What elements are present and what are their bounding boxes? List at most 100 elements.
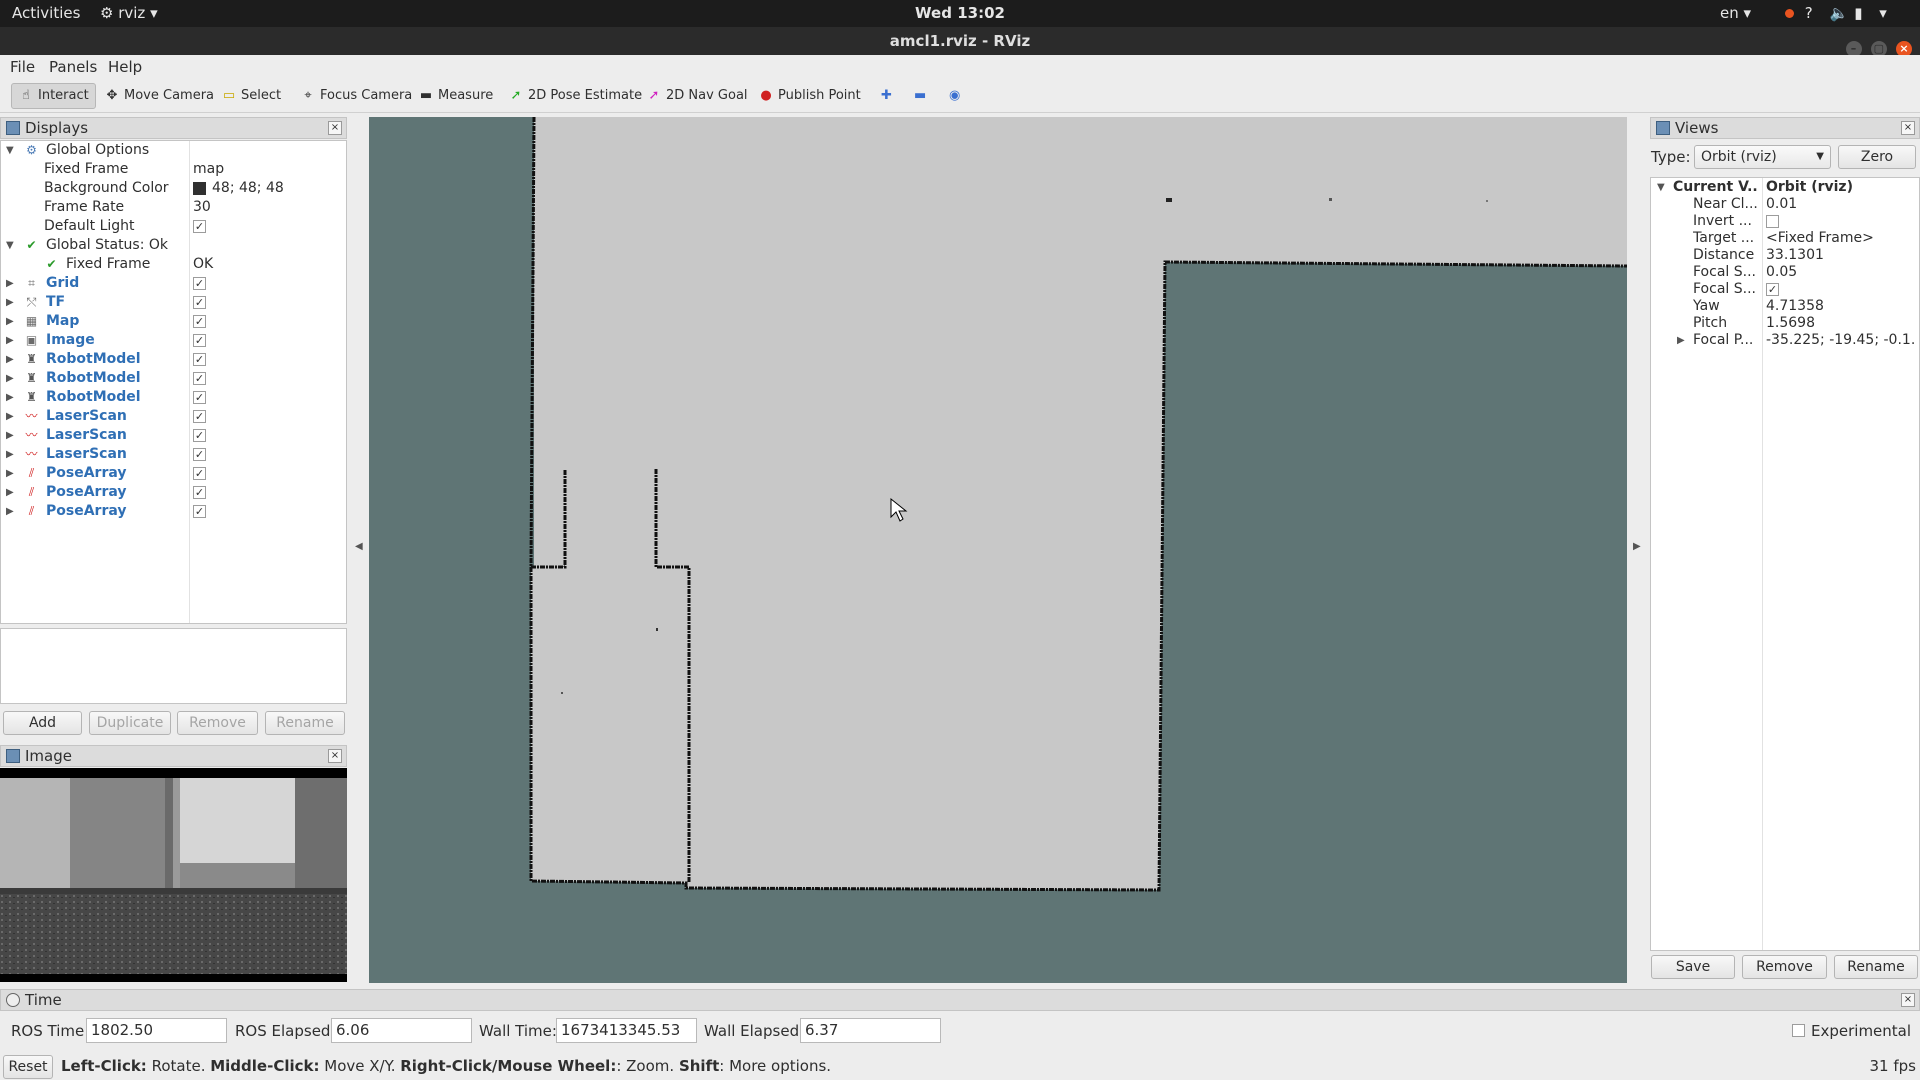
view-prop-pitch[interactable]: Pitch 1.5698 (1651, 315, 1919, 332)
display-item-posearray[interactable]: ▶ ⫽ PoseArray ✓ (1, 464, 346, 483)
tool-measure[interactable]: ▬ Measure (412, 83, 499, 109)
duplicate-display-button[interactable]: Duplicate (89, 711, 171, 735)
language-indicator[interactable]: en ▾ (1720, 4, 1751, 22)
left-dock-splitter[interactable]: ◀ (349, 117, 369, 983)
enabled-checkbox[interactable]: ✓ (193, 483, 206, 502)
tree-row-frame-rate[interactable]: Frame Rate 30 (1, 198, 346, 217)
wall-elapsed-field[interactable]: 6.37 (800, 1018, 941, 1043)
tree-row-global-options[interactable]: ▼ ⚙ Global Options (1, 141, 346, 160)
right-dock-splitter[interactable]: ▶ (1627, 117, 1649, 983)
focal-shape-checkbox[interactable]: ✓ (1766, 281, 1916, 298)
close-icon[interactable]: × (1901, 993, 1915, 1007)
display-item-posearray[interactable]: ▶ ⫽ PoseArray ✓ (1, 483, 346, 502)
tree-row-fixed-frame[interactable]: Fixed Frame map (1, 160, 346, 179)
background-color-value[interactable]: 48; 48; 48 (193, 179, 284, 198)
collapse-arrow-icon[interactable]: ▶ (6, 464, 16, 483)
clock[interactable]: Wed 13:02 (0, 4, 1920, 22)
save-view-button[interactable]: Save (1651, 955, 1735, 979)
collapse-arrow-icon[interactable]: ▶ (6, 312, 16, 331)
frame-rate-value[interactable]: 30 (193, 198, 211, 217)
enabled-checkbox[interactable]: ✓ (193, 312, 206, 331)
collapse-left-icon[interactable]: ◀ (355, 541, 363, 552)
rename-display-button[interactable]: Rename (265, 711, 345, 735)
enabled-checkbox[interactable]: ✓ (193, 331, 206, 350)
tree-row-background-color[interactable]: Background Color 48; 48; 48 (1, 179, 346, 198)
view-prop-near-clip[interactable]: Near Cl... 0.01 (1651, 196, 1919, 213)
tool-move-camera[interactable]: ✥ Move Camera (98, 83, 220, 109)
display-item-grid[interactable]: ▶ ⌗ Grid ✓ (1, 274, 346, 293)
property-value[interactable]: 0.01 (1766, 196, 1916, 213)
enabled-checkbox[interactable]: ✓ (193, 464, 206, 483)
zero-view-button[interactable]: Zero (1838, 145, 1916, 169)
collapse-arrow-icon[interactable]: ▶ (6, 388, 16, 407)
wall-time-field[interactable]: 1673413345.53 (556, 1018, 697, 1043)
tool-interact[interactable]: ☝ Interact (11, 83, 96, 109)
collapse-arrow-icon[interactable]: ▶ (6, 331, 16, 350)
property-value[interactable]: 33.1301 (1766, 247, 1916, 264)
tool-2d-nav-goal[interactable]: ➚ 2D Nav Goal (640, 83, 754, 109)
add-display-button[interactable]: Add (3, 711, 82, 735)
collapse-arrow-icon[interactable]: ▶ (6, 369, 16, 388)
view-prop-target-frame[interactable]: Target ... <Fixed Frame> (1651, 230, 1919, 247)
display-item-tf[interactable]: ▶ ⤲ TF ✓ (1, 293, 346, 312)
enabled-checkbox[interactable]: ✓ (193, 388, 206, 407)
rename-view-button[interactable]: Rename (1834, 955, 1918, 979)
view-prop-focal-shape-size[interactable]: Focal S... 0.05 (1651, 264, 1919, 281)
current-view-row[interactable]: ▼ Current V... Orbit (rviz) (1651, 179, 1919, 196)
view-type-select[interactable]: Orbit (rviz) ▼ (1694, 145, 1831, 169)
collapse-arrow-icon[interactable]: ▶ (6, 274, 16, 293)
remove-tool-button[interactable]: ▬ (908, 83, 932, 109)
close-icon[interactable]: × (328, 749, 342, 763)
menu-panels[interactable]: Panels (49, 58, 97, 76)
enabled-checkbox[interactable]: ✓ (193, 274, 206, 293)
remove-view-button[interactable]: Remove (1742, 955, 1827, 979)
display-item-laserscan[interactable]: ▶ 〰 LaserScan ✓ (1, 426, 346, 445)
tool-focus-camera[interactable]: ⌖ Focus Camera (294, 83, 418, 109)
display-item-posearray[interactable]: ▶ ⫽ PoseArray ✓ (1, 502, 346, 521)
enabled-checkbox[interactable]: ✓ (193, 293, 206, 312)
enabled-checkbox[interactable]: ✓ (193, 502, 206, 521)
enabled-checkbox[interactable]: ✓ (193, 369, 206, 388)
property-value[interactable]: 4.71358 (1766, 298, 1916, 315)
collapse-arrow-icon[interactable]: ▶ (1677, 332, 1685, 349)
expand-arrow-icon[interactable]: ▼ (6, 236, 16, 255)
tool-2d-pose-estimate[interactable]: ➚ 2D Pose Estimate (502, 83, 648, 109)
menu-help[interactable]: Help (108, 58, 142, 76)
view-prop-focal-point[interactable]: ▶ Focal P... -35.225; -19.45; -0.1... (1651, 332, 1919, 349)
display-item-laserscan[interactable]: ▶ 〰 LaserScan ✓ (1, 445, 346, 464)
ros-time-field[interactable]: 1802.50 (86, 1018, 227, 1043)
render-3d-view[interactable] (369, 117, 1627, 983)
collapse-arrow-icon[interactable]: ▶ (6, 483, 16, 502)
view-prop-focal-shape-fixed[interactable]: Focal S... ✓ (1651, 281, 1919, 298)
tree-row-default-light[interactable]: Default Light ✓ (1, 217, 346, 236)
view-prop-invert[interactable]: Invert ... (1651, 213, 1919, 230)
collapse-arrow-icon[interactable]: ▶ (6, 350, 16, 369)
collapse-arrow-icon[interactable]: ▶ (6, 426, 16, 445)
default-light-checkbox[interactable]: ✓ (193, 217, 206, 236)
property-value[interactable]: 1.5698 (1766, 315, 1916, 332)
tool-publish-point[interactable]: ● Publish Point (752, 83, 867, 109)
tool-properties-button[interactable]: ◉ (943, 83, 966, 109)
ros-elapsed-field[interactable]: 6.06 (331, 1018, 472, 1043)
collapse-arrow-icon[interactable]: ▶ (6, 293, 16, 312)
enabled-checkbox[interactable]: ✓ (193, 426, 206, 445)
menu-file[interactable]: File (10, 58, 35, 76)
tree-row-global-status[interactable]: ▼ ✔ Global Status: Ok (1, 236, 346, 255)
display-item-robotmodel[interactable]: ▶ ♜ RobotModel ✓ (1, 369, 346, 388)
reset-button[interactable]: Reset (3, 1055, 53, 1079)
property-value[interactable]: <Fixed Frame> (1766, 230, 1916, 247)
property-value[interactable]: 0.05 (1766, 264, 1916, 281)
collapse-right-icon[interactable]: ▶ (1633, 541, 1641, 552)
invert-checkbox[interactable] (1766, 213, 1916, 230)
collapse-arrow-icon[interactable]: ▶ (6, 407, 16, 426)
fixed-frame-value[interactable]: map (193, 160, 224, 179)
close-icon[interactable]: × (328, 121, 342, 135)
tool-select[interactable]: ▭ Select (215, 83, 287, 109)
close-icon[interactable]: × (1901, 121, 1915, 135)
display-item-robotmodel[interactable]: ▶ ♜ RobotModel ✓ (1, 388, 346, 407)
enabled-checkbox[interactable]: ✓ (193, 350, 206, 369)
experimental-checkbox[interactable] (1792, 1024, 1805, 1037)
property-value[interactable]: -35.225; -19.45; -0.1... (1766, 332, 1916, 349)
expand-arrow-icon[interactable]: ▼ (1657, 179, 1665, 196)
display-item-image[interactable]: ▶ ▣ Image ✓ (1, 331, 346, 350)
